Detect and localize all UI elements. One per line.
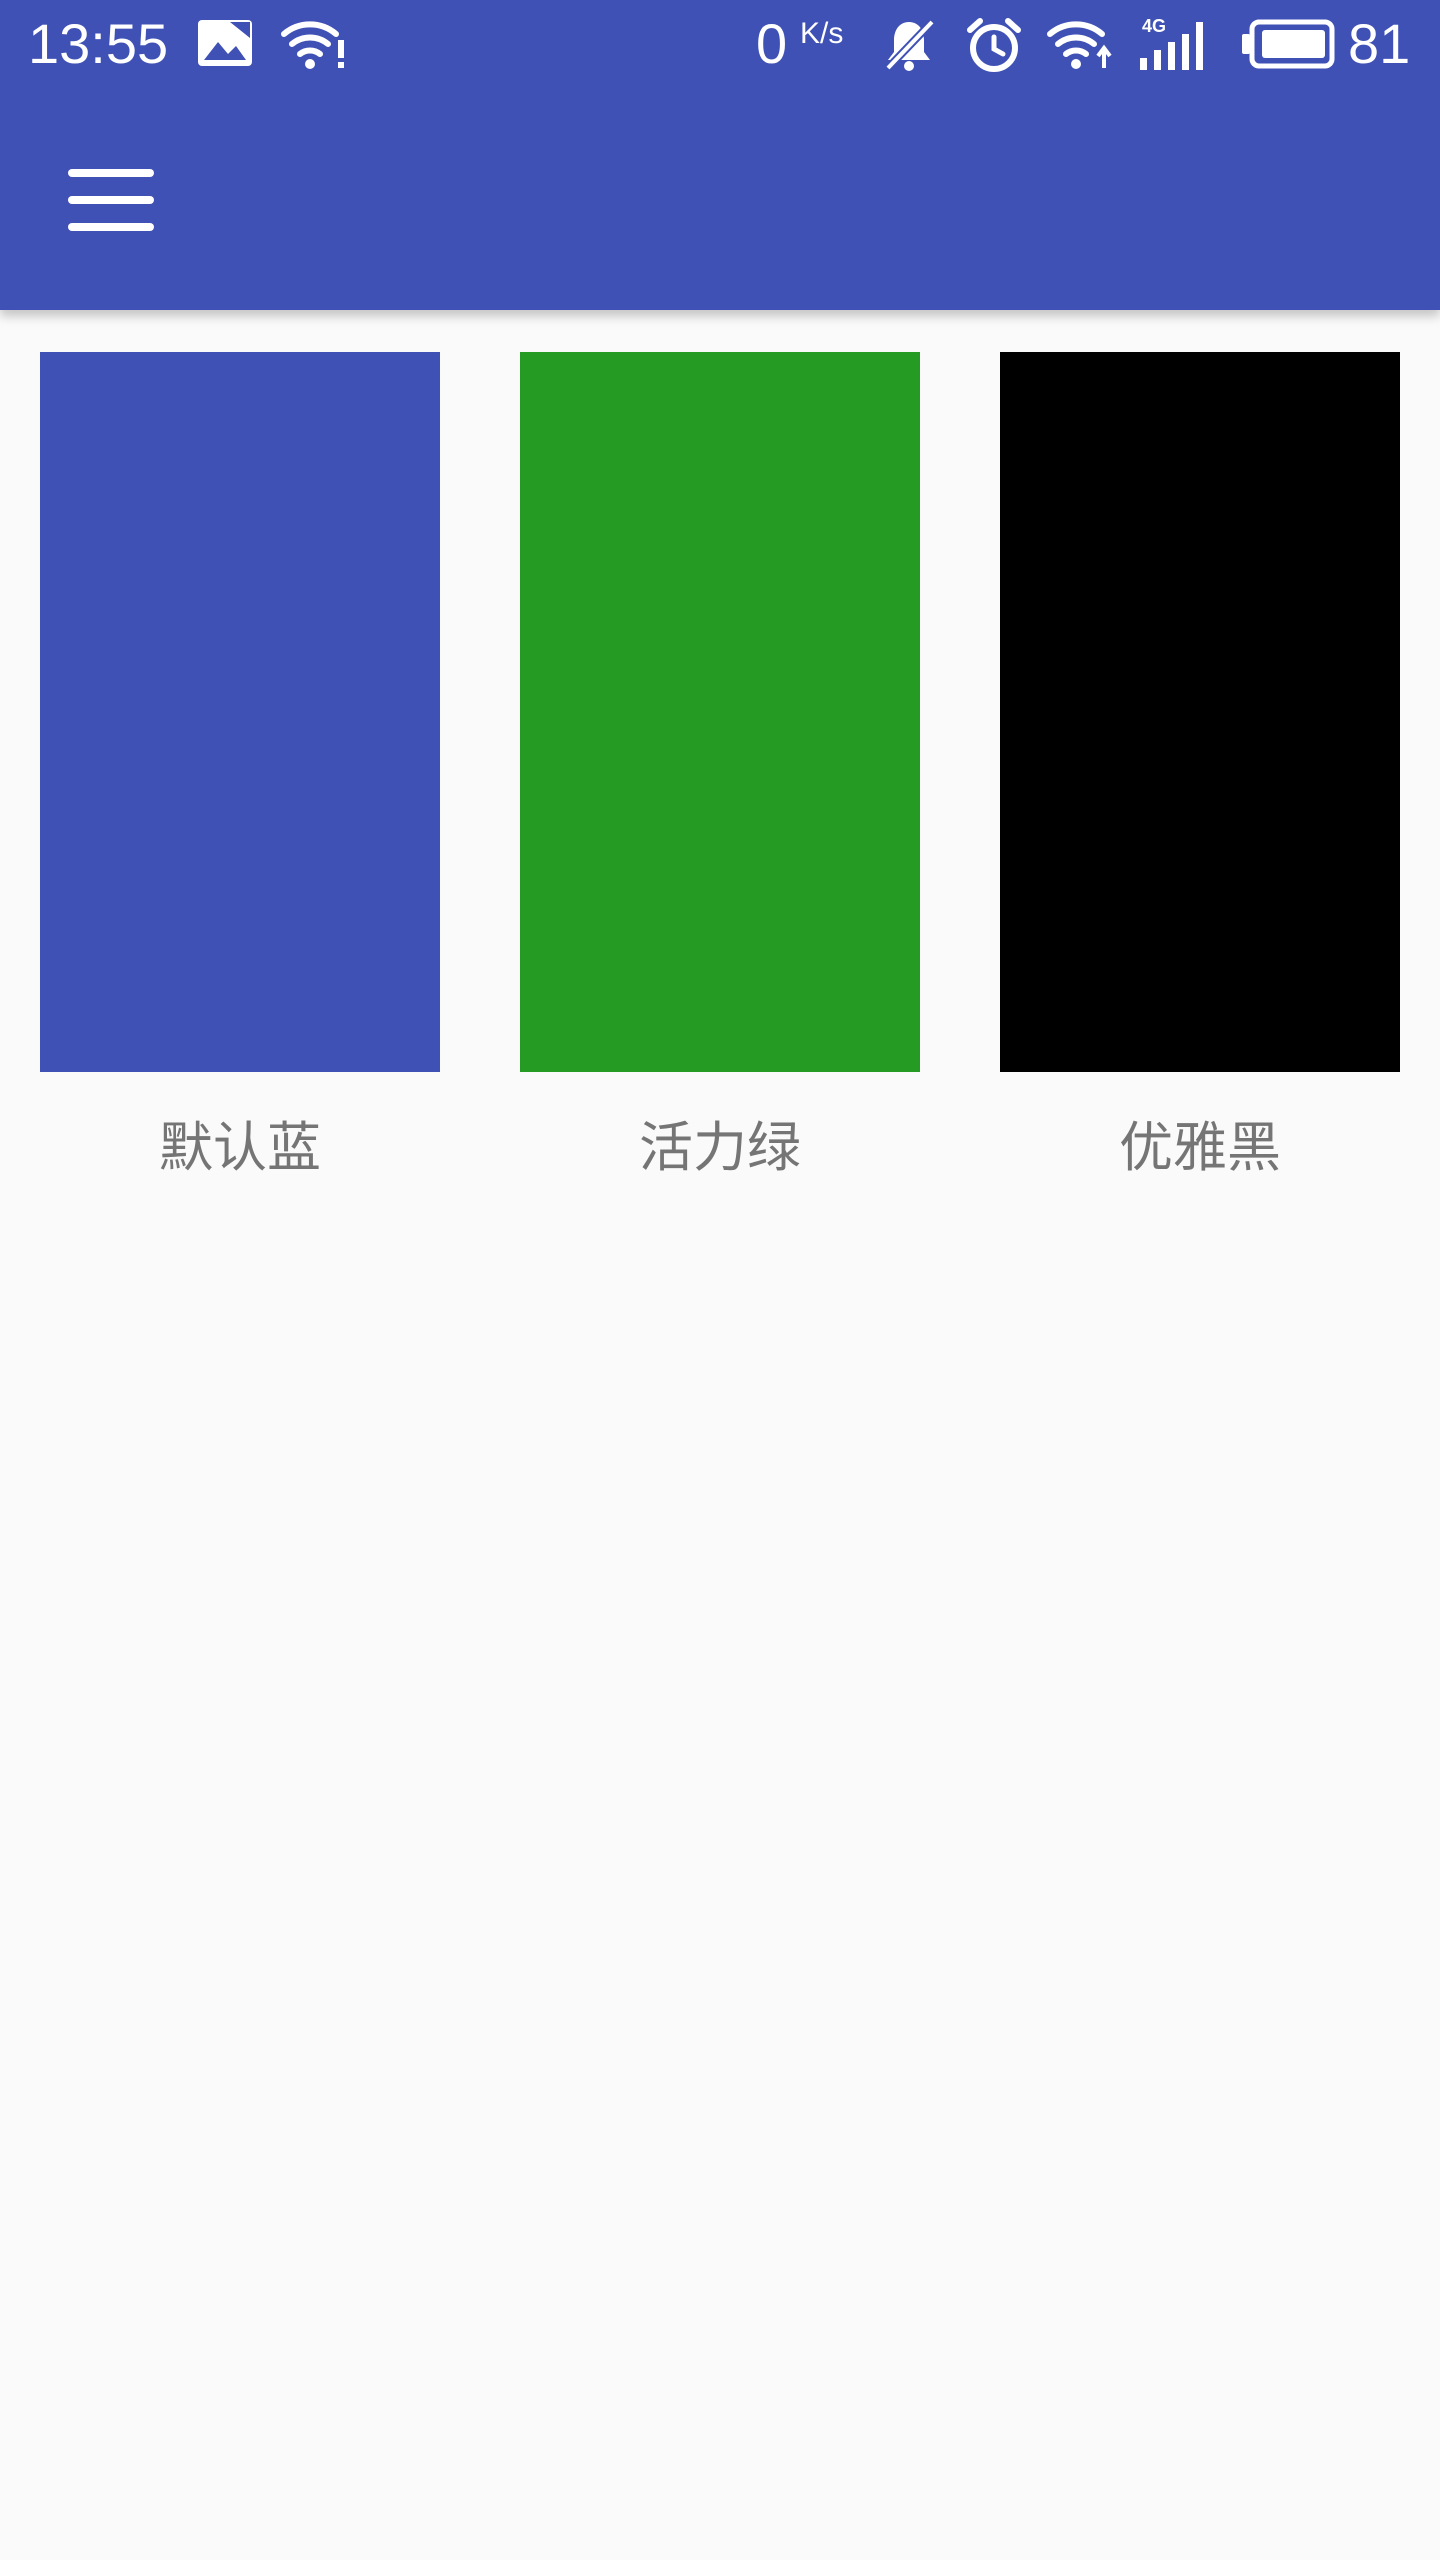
status-bar: 13:55 0 K/s 4G 81 [0,0,1440,88]
theme-card-black[interactable]: 优雅黑 [1000,352,1400,1186]
theme-label-black: 优雅黑 [1119,1116,1281,1179]
hamburger-menu-icon [68,169,154,231]
menu-button[interactable] [40,140,184,260]
net-speed-value: 0 [756,12,788,75]
battery-icon [1240,18,1336,74]
app-bar: 13:55 0 K/s 4G 81 [0,0,1440,310]
bell-off-icon [880,16,938,78]
theme-list: 默认蓝 活力绿 优雅黑 [40,352,1400,1186]
theme-label-blue: 默认蓝 [159,1116,321,1179]
theme-swatch-green[interactable] [520,352,920,1072]
network-type-label: 4G [1142,16,1166,36]
net-speed-unit: K/s [800,17,844,50]
theme-swatch-black[interactable] [1000,352,1400,1072]
status-time: 13:55 [28,12,169,75]
alarm-icon [964,16,1024,78]
theme-card-blue[interactable]: 默认蓝 [40,352,440,1186]
wifi-up-icon [1046,16,1112,76]
signal-icon: 4G [1136,14,1216,78]
image-icon [196,16,254,74]
theme-label-green: 活力绿 [639,1116,801,1179]
theme-card-green[interactable]: 活力绿 [520,352,920,1186]
wifi-alert-icon [280,16,348,76]
battery-level: 81 [1348,12,1411,75]
theme-swatch-blue[interactable] [40,352,440,1072]
